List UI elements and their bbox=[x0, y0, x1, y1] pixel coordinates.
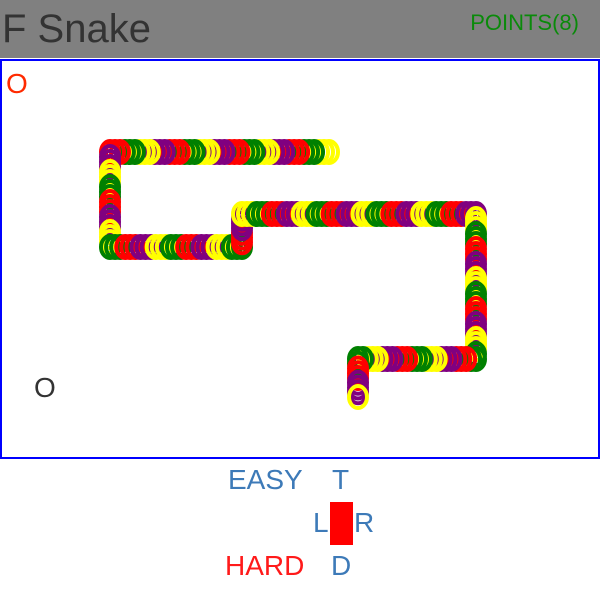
points-counter: POINTS(8) bbox=[470, 10, 579, 35]
snake bbox=[99, 139, 487, 410]
game-title: F Snake bbox=[2, 7, 151, 51]
right-button[interactable]: R bbox=[354, 508, 374, 538]
easy-button[interactable]: EASY bbox=[228, 465, 303, 495]
left-button[interactable]: L bbox=[313, 508, 329, 538]
header-bar: F Snake POINTS(8) bbox=[0, 0, 600, 58]
up-button[interactable]: T bbox=[332, 465, 349, 495]
center-button[interactable] bbox=[330, 502, 353, 545]
down-button[interactable]: D bbox=[331, 551, 351, 581]
hard-button[interactable]: HARD bbox=[225, 551, 304, 581]
food-item: O bbox=[6, 68, 28, 99]
food-item-secondary: O bbox=[34, 372, 56, 403]
game-board: O O bbox=[0, 59, 600, 459]
